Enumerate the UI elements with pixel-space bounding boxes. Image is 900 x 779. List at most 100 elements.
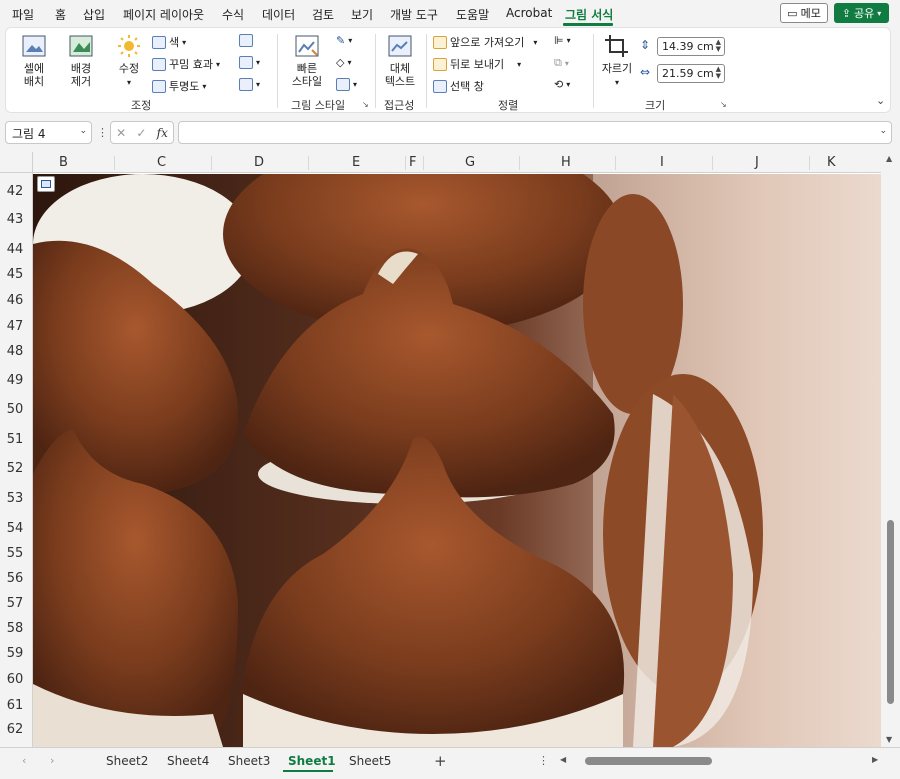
row-header[interactable]: 62 [0,722,30,737]
scroll-down-icon[interactable]: ▼ [886,735,892,744]
crop-button[interactable]: 자르기 ▾ [600,34,634,89]
dialog-launcher-icon[interactable]: ↘ [362,100,369,109]
sheet-tab[interactable]: Sheet3 [228,754,270,768]
sheet-tab[interactable]: Sheet2 [106,754,148,768]
row-header[interactable]: 50 [0,402,30,417]
row-header[interactable]: 45 [0,267,30,282]
selected-picture[interactable] [33,174,881,747]
quick-styles-button[interactable]: 빠른 스타일 [284,34,330,88]
row-header[interactable]: 49 [0,373,30,388]
tab-view[interactable]: 보기 [351,6,373,23]
reset-picture-button[interactable]: ▾ [239,78,260,91]
scroll-up-icon[interactable]: ▲ [886,154,892,163]
row-header[interactable]: 46 [0,293,30,308]
next-sheet-icon[interactable]: › [50,754,54,767]
column-header[interactable]: D [254,155,264,170]
tab-insert[interactable]: 삽입 [83,6,105,23]
enter-icon[interactable]: ✓ [136,126,146,140]
alt-text-button[interactable]: 대체 텍스트 [380,34,420,88]
sheet-tab[interactable]: Sheet4 [167,754,209,768]
picture-effects-button[interactable]: ◇ ▾ [336,56,351,69]
change-picture-button[interactable]: ▾ [239,56,260,69]
bring-forward-button[interactable]: 앞으로 가져오기 ▾ [433,34,537,50]
picture-border-button[interactable]: ✎ ▾ [336,34,352,47]
row-header[interactable]: 54 [0,521,30,536]
tab-help[interactable]: 도움말 [456,6,489,23]
row-header[interactable]: 58 [0,621,30,636]
column-header[interactable]: G [465,155,475,170]
tab-review[interactable]: 검토 [312,6,334,23]
formula-input[interactable]: ⌄ [178,121,892,144]
add-sheet-icon[interactable]: + [434,752,447,770]
width-input[interactable]: 21.59 cm ▲ ▼ [657,64,725,83]
horizontal-scroll-thumb[interactable] [585,757,712,765]
column-header[interactable]: E [352,155,360,170]
vertical-scroll-thumb[interactable] [887,520,894,704]
column-header[interactable]: H [561,155,571,170]
rotate-button[interactable]: ⟲ ▾ [554,78,570,91]
row-header[interactable]: 52 [0,461,30,476]
dialog-launcher-icon[interactable]: ↘ [720,100,727,109]
sheet-tab[interactable]: Sheet5 [349,754,391,768]
picture-layout-button[interactable]: ▾ [336,78,357,91]
prev-sheet-icon[interactable]: ‹ [22,754,26,767]
tab-acrobat[interactable]: Acrobat [506,6,552,20]
row-header[interactable]: 60 [0,672,30,687]
cancel-icon[interactable]: ✕ [116,126,126,140]
row-header[interactable]: 55 [0,546,30,561]
collapse-ribbon-icon[interactable]: ⌄ [876,94,885,107]
compress-pictures-button[interactable] [239,34,253,47]
transparency-button[interactable]: 투명도 ▾ [152,78,206,94]
remove-background-button[interactable]: 배경 제거 [61,34,101,88]
artistic-effects-button[interactable]: 꾸밈 효과 ▾ [152,56,220,72]
tab-page-layout[interactable]: 페이지 레이아웃 [123,6,204,23]
row-header[interactable]: 44 [0,242,30,257]
spinner-icon[interactable]: ▲ ▼ [716,66,721,80]
spinner-icon[interactable]: ▲ ▼ [716,39,721,53]
row-header[interactable]: 43 [0,212,30,227]
scroll-left-icon[interactable]: ◀ [560,755,566,764]
corrections-button[interactable]: 수정 ▾ [112,34,146,89]
column-header[interactable]: C [157,155,166,170]
share-button[interactable]: ⇪ 공유 ▾ [834,3,889,23]
tab-formulas[interactable]: 수식 [222,6,244,23]
expand-formula-bar-icon[interactable]: ⌄ [879,126,887,136]
row-header[interactable]: 61 [0,698,30,713]
row-header[interactable]: 56 [0,571,30,586]
sheet-tab-active[interactable]: Sheet1 [288,754,336,768]
row-header[interactable]: 53 [0,491,30,506]
row-header[interactable]: 47 [0,319,30,334]
tab-data[interactable]: 데이터 [262,6,295,23]
group-button[interactable]: ⧉ ▾ [554,56,569,70]
column-header[interactable]: B [59,155,68,170]
row-header[interactable]: 48 [0,344,30,359]
select-all-corner[interactable] [0,152,33,173]
height-input[interactable]: 14.39 cm ▲ ▼ [657,37,725,56]
tab-file[interactable]: 파일 [12,6,34,23]
color-button[interactable]: 색 ▾ [152,34,186,50]
more-options-icon[interactable]: ⋮ [538,754,549,767]
insert-function-icon[interactable]: fx [157,126,168,140]
scroll-right-icon[interactable]: ▶ [872,755,878,764]
column-header[interactable]: F [409,155,416,170]
vertical-scrollbar[interactable]: ▲ ▼ [881,152,900,747]
name-box[interactable]: 그림 4 ⌄ [5,121,92,144]
row-header[interactable]: 42 [0,184,30,199]
align-button[interactable]: ⊫ ▾ [554,34,571,47]
picture-layout-options-icon[interactable] [37,176,55,192]
place-in-cell-button[interactable]: 셀에 배치 [14,34,54,88]
memo-button[interactable]: ▭ 메모 [780,3,828,23]
column-header[interactable]: I [660,155,664,170]
row-header[interactable]: 57 [0,596,30,611]
row-header[interactable]: 59 [0,646,30,661]
send-backward-button[interactable]: 뒤로 보내기 ▾ [433,56,521,72]
column-header[interactable]: J [755,155,759,170]
selection-pane-button[interactable]: 선택 창 [433,78,484,94]
worksheet-grid[interactable]: B C D E F G H I J K 42 43 44 45 46 47 48… [0,152,900,747]
more-options-icon[interactable]: ⋮ [97,126,108,139]
tab-home[interactable]: 홈 [55,6,66,23]
tab-picture-format[interactable]: 그림 서식 [565,6,613,23]
column-header[interactable]: K [827,155,836,170]
row-header[interactable]: 51 [0,432,30,447]
tab-developer[interactable]: 개발 도구 [390,6,438,23]
